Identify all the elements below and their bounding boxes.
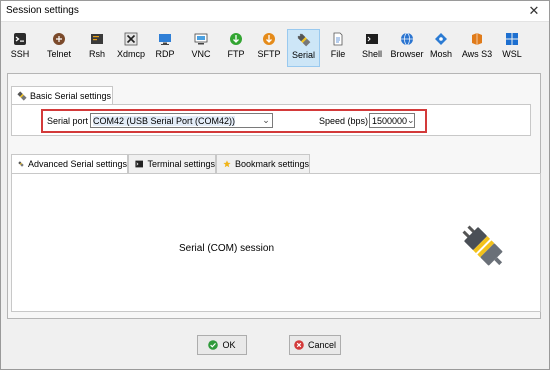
toolbar-item-wsl[interactable]: WSL	[499, 29, 525, 67]
serial-plug-icon	[297, 33, 310, 47]
toolbar-item-rdp[interactable]: RDP	[152, 29, 178, 67]
aws-s3-icon	[472, 33, 482, 45]
toolbar-label: Rsh	[88, 49, 105, 59]
toolbar-label: Browser	[390, 49, 424, 59]
ftp-icon	[230, 33, 242, 45]
toolbar-item-telnet[interactable]: Telnet	[44, 29, 74, 67]
speed-label: Speed (bps) *	[319, 116, 375, 126]
terminal-icon	[135, 160, 144, 168]
file-icon	[333, 32, 343, 46]
toolbar-label: File	[330, 49, 346, 59]
ok-label: OK	[222, 340, 236, 350]
toolbar-item-vnc[interactable]: VNC	[189, 29, 213, 67]
xdmcp-icon	[124, 32, 138, 46]
toolbar-label: Telnet	[46, 49, 72, 59]
cancel-button[interactable]: Cancel	[289, 335, 341, 355]
toolbar-label: Serial	[291, 50, 315, 60]
telnet-icon	[53, 33, 65, 45]
toolbar-item-ftp[interactable]: FTP	[225, 29, 247, 67]
toolbar-label: VNC	[191, 49, 211, 59]
ssh-icon	[14, 33, 26, 45]
toolbar-item-file[interactable]: File	[327, 29, 349, 67]
toolbar-item-xdmcp[interactable]: Xdmcp	[115, 29, 147, 67]
session-settings-window: Session settings ✕ SSH Telnet Rsh Xdmcp …	[0, 0, 550, 370]
chevron-down-icon[interactable]: ⌄	[260, 114, 272, 127]
plug-icon	[18, 161, 24, 167]
toolbar-item-ssh[interactable]: SSH	[7, 29, 33, 67]
toolbar-label: SSH	[10, 49, 30, 59]
toolbar-label: FTP	[227, 49, 245, 59]
tab-label: Basic Serial settings	[30, 91, 112, 101]
tab-basic-serial-settings[interactable]: Basic Serial settings	[11, 86, 113, 105]
toolbar-label: WSL	[502, 49, 522, 59]
ok-button[interactable]: OK	[197, 335, 247, 355]
toolbar-item-serial[interactable]: Serial	[287, 29, 320, 67]
toolbar-label: Aws S3	[461, 49, 493, 59]
chevron-down-icon[interactable]: ⌄	[407, 114, 415, 127]
toolbar-label: Shell	[361, 49, 382, 59]
browser-icon	[401, 32, 413, 46]
serial-port-label: Serial port *	[47, 116, 95, 126]
tab-bookmark-settings[interactable]: Bookmark settings	[216, 154, 310, 173]
window-title: Session settings	[6, 5, 79, 16]
toolbar-item-rsh[interactable]: Rsh	[86, 29, 108, 67]
check-icon	[208, 340, 219, 350]
wsl-icon	[506, 33, 518, 45]
serial-port-value: COM42 (USB Serial Port (COM42))	[93, 115, 236, 126]
star-icon	[223, 160, 231, 168]
cancel-label: Cancel	[307, 340, 336, 350]
speed-value: 1500000	[372, 115, 408, 126]
cancel-icon	[294, 340, 304, 350]
plug-icon	[17, 91, 27, 101]
rsh-icon	[91, 34, 103, 44]
toolbar-label: Xdmcp	[116, 49, 145, 59]
vnc-icon	[194, 33, 208, 45]
toolbar-item-aws-s3[interactable]: Aws S3	[459, 29, 495, 67]
toolbar-item-shell[interactable]: Shell	[360, 29, 384, 67]
title-bar: Session settings ✕	[1, 1, 549, 22]
toolbar-item-browser[interactable]: Browser	[390, 29, 424, 67]
toolbar-label: SFTP	[257, 49, 281, 59]
tab-label: Advanced Serial settings	[27, 159, 127, 169]
tab-advanced-serial-settings[interactable]: Advanced Serial settings	[11, 154, 128, 173]
serial-port-select[interactable]: COM42 (USB Serial Port (COM42)) ⌄	[90, 113, 273, 128]
rdp-icon	[159, 34, 171, 45]
tab-terminal-settings[interactable]: Terminal settings	[128, 154, 216, 173]
session-type-text: Serial (COM) session	[179, 243, 275, 254]
toolbar-item-sftp[interactable]: SFTP	[256, 29, 282, 67]
speed-select[interactable]: 1500000 ⌄	[369, 113, 415, 128]
serial-plug-icon	[462, 225, 503, 266]
tab-label: Terminal settings	[147, 159, 215, 169]
mosh-icon	[435, 33, 447, 45]
sftp-icon	[263, 33, 275, 45]
tab-label: Bookmark settings	[234, 159, 309, 169]
close-icon[interactable]: ✕	[525, 2, 543, 20]
toolbar-item-mosh[interactable]: Mosh	[428, 29, 454, 67]
shell-icon	[366, 34, 378, 44]
toolbar-label: Mosh	[429, 49, 452, 59]
toolbar-label: RDP	[155, 49, 175, 59]
